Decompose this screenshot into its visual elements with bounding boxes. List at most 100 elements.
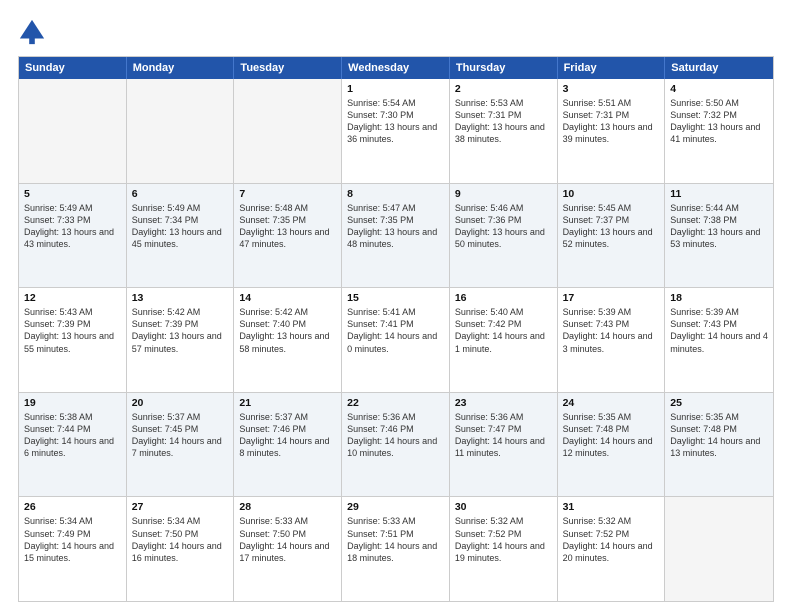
cell-info: Sunrise: 5:48 AMSunset: 7:35 PMDaylight:… xyxy=(239,202,336,251)
calendar-cell-r0-c4: 2Sunrise: 5:53 AMSunset: 7:31 PMDaylight… xyxy=(450,79,558,183)
cell-info: Sunrise: 5:36 AMSunset: 7:46 PMDaylight:… xyxy=(347,411,444,460)
day-number: 10 xyxy=(563,188,660,200)
day-number: 25 xyxy=(670,397,768,409)
cell-info: Sunrise: 5:39 AMSunset: 7:43 PMDaylight:… xyxy=(563,306,660,355)
day-number: 6 xyxy=(132,188,229,200)
cell-info: Sunrise: 5:50 AMSunset: 7:32 PMDaylight:… xyxy=(670,97,768,146)
day-number: 29 xyxy=(347,501,444,513)
calendar-cell-r1-c2: 7 Sunrise: 5:48 AMSunset: 7:35 PMDaylight… xyxy=(234,184,342,288)
header-day-monday: Monday xyxy=(127,57,235,79)
day-number: 17 xyxy=(563,292,660,304)
calendar-cell-r3-c3: 22Sunrise: 5:36 AMSunset: 7:46 PMDayligh… xyxy=(342,393,450,497)
calendar-cell-r1-c6: 11Sunrise: 5:44 AMSunset: 7:38 PMDayligh… xyxy=(665,184,773,288)
logo xyxy=(18,18,50,46)
cell-info: Sunrise: 5:32 AMSunset: 7:52 PMDaylight:… xyxy=(455,515,552,564)
day-number: 13 xyxy=(132,292,229,304)
day-number: 5 xyxy=(24,188,121,200)
calendar-cell-r1-c3: 8Sunrise: 5:47 AMSunset: 7:35 PMDaylight… xyxy=(342,184,450,288)
calendar-cell-r2-c1: 13 Sunrise: 5:42 AMSunset: 7:39 PMDayligh… xyxy=(127,288,235,392)
day-number: 4 xyxy=(670,83,768,95)
calendar-cell-r0-c5: 3 Sunrise: 5:51 AMSunset: 7:31 PMDaylight… xyxy=(558,79,666,183)
day-number: 16 xyxy=(455,292,552,304)
day-number: 28 xyxy=(239,501,336,513)
day-number: 26 xyxy=(24,501,121,513)
day-number: 24 xyxy=(563,397,660,409)
calendar-cell-r4-c1: 27 Sunrise: 5:34 AMSunset: 7:50 PMDayligh… xyxy=(127,497,235,601)
cell-info: Sunrise: 5:42 AMSunset: 7:40 PMDaylight:… xyxy=(239,306,336,355)
day-number: 3 xyxy=(563,83,660,95)
calendar-cell-r3-c1: 20 Sunrise: 5:37 AMSunset: 7:45 PMDayligh… xyxy=(127,393,235,497)
calendar: SundayMondayTuesdayWednesdayThursdayFrid… xyxy=(18,56,774,602)
calendar-row-4: 26 Sunrise: 5:34 AMSunset: 7:49 PMDayligh… xyxy=(19,496,773,601)
cell-info: Sunrise: 5:33 AMSunset: 7:50 PMDaylight:… xyxy=(239,515,336,564)
day-number: 1 xyxy=(347,83,444,95)
calendar-cell-r1-c4: 9 Sunrise: 5:46 AMSunset: 7:36 PMDaylight… xyxy=(450,184,558,288)
cell-info: Sunrise: 5:42 AMSunset: 7:39 PMDaylight:… xyxy=(132,306,229,355)
calendar-row-1: 5Sunrise: 5:49 AMSunset: 7:33 PMDaylight… xyxy=(19,183,773,288)
logo-icon xyxy=(18,18,46,46)
day-number: 7 xyxy=(239,188,336,200)
calendar-body: 1 Sunrise: 5:54 AMSunset: 7:30 PMDaylight… xyxy=(19,79,773,601)
calendar-header: SundayMondayTuesdayWednesdayThursdayFrid… xyxy=(19,57,773,79)
day-number: 11 xyxy=(670,188,768,200)
header-day-tuesday: Tuesday xyxy=(234,57,342,79)
day-number: 20 xyxy=(132,397,229,409)
calendar-cell-r1-c5: 10 Sunrise: 5:45 AMSunset: 7:37 PMDayligh… xyxy=(558,184,666,288)
calendar-row-3: 19 Sunrise: 5:38 AMSunset: 7:44 PMDayligh… xyxy=(19,392,773,497)
calendar-cell-r2-c4: 16Sunrise: 5:40 AMSunset: 7:42 PMDayligh… xyxy=(450,288,558,392)
calendar-cell-r0-c6: 4 Sunrise: 5:50 AMSunset: 7:32 PMDaylight… xyxy=(665,79,773,183)
calendar-cell-r2-c5: 17 Sunrise: 5:39 AMSunset: 7:43 PMDayligh… xyxy=(558,288,666,392)
cell-info: Sunrise: 5:41 AMSunset: 7:41 PMDaylight:… xyxy=(347,306,444,355)
cell-info: Sunrise: 5:36 AMSunset: 7:47 PMDaylight:… xyxy=(455,411,552,460)
day-number: 18 xyxy=(670,292,768,304)
calendar-cell-r1-c1: 6 Sunrise: 5:49 AMSunset: 7:34 PMDaylight… xyxy=(127,184,235,288)
cell-info: Sunrise: 5:34 AMSunset: 7:50 PMDaylight:… xyxy=(132,515,229,564)
cell-info: Sunrise: 5:49 AMSunset: 7:34 PMDaylight:… xyxy=(132,202,229,251)
cell-info: Sunrise: 5:35 AMSunset: 7:48 PMDaylight:… xyxy=(563,411,660,460)
calendar-cell-r4-c3: 29 Sunrise: 5:33 AMSunset: 7:51 PMDayligh… xyxy=(342,497,450,601)
cell-info: Sunrise: 5:34 AMSunset: 7:49 PMDaylight:… xyxy=(24,515,121,564)
day-number: 23 xyxy=(455,397,552,409)
day-number: 21 xyxy=(239,397,336,409)
day-number: 19 xyxy=(24,397,121,409)
cell-info: Sunrise: 5:33 AMSunset: 7:51 PMDaylight:… xyxy=(347,515,444,564)
day-number: 9 xyxy=(455,188,552,200)
header-day-wednesday: Wednesday xyxy=(342,57,450,79)
calendar-cell-r3-c6: 25Sunrise: 5:35 AMSunset: 7:48 PMDayligh… xyxy=(665,393,773,497)
cell-info: Sunrise: 5:37 AMSunset: 7:45 PMDaylight:… xyxy=(132,411,229,460)
calendar-cell-r0-c3: 1 Sunrise: 5:54 AMSunset: 7:30 PMDaylight… xyxy=(342,79,450,183)
day-number: 30 xyxy=(455,501,552,513)
calendar-cell-r2-c2: 14 Sunrise: 5:42 AMSunset: 7:40 PMDayligh… xyxy=(234,288,342,392)
cell-info: Sunrise: 5:46 AMSunset: 7:36 PMDaylight:… xyxy=(455,202,552,251)
calendar-cell-r3-c4: 23 Sunrise: 5:36 AMSunset: 7:47 PMDayligh… xyxy=(450,393,558,497)
day-number: 31 xyxy=(563,501,660,513)
day-number: 15 xyxy=(347,292,444,304)
calendar-row-2: 12Sunrise: 5:43 AMSunset: 7:39 PMDayligh… xyxy=(19,287,773,392)
calendar-cell-r0-c0 xyxy=(19,79,127,183)
calendar-cell-r0-c1 xyxy=(127,79,235,183)
day-number: 14 xyxy=(239,292,336,304)
header-day-saturday: Saturday xyxy=(665,57,773,79)
cell-info: Sunrise: 5:45 AMSunset: 7:37 PMDaylight:… xyxy=(563,202,660,251)
page: SundayMondayTuesdayWednesdayThursdayFrid… xyxy=(0,0,792,612)
cell-info: Sunrise: 5:51 AMSunset: 7:31 PMDaylight:… xyxy=(563,97,660,146)
calendar-cell-r3-c5: 24 Sunrise: 5:35 AMSunset: 7:48 PMDayligh… xyxy=(558,393,666,497)
cell-info: Sunrise: 5:39 AMSunset: 7:43 PMDaylight:… xyxy=(670,306,768,355)
calendar-row-0: 1 Sunrise: 5:54 AMSunset: 7:30 PMDaylight… xyxy=(19,79,773,183)
day-number: 27 xyxy=(132,501,229,513)
cell-info: Sunrise: 5:54 AMSunset: 7:30 PMDaylight:… xyxy=(347,97,444,146)
calendar-cell-r4-c6 xyxy=(665,497,773,601)
cell-info: Sunrise: 5:43 AMSunset: 7:39 PMDaylight:… xyxy=(24,306,121,355)
cell-info: Sunrise: 5:53 AMSunset: 7:31 PMDaylight:… xyxy=(455,97,552,146)
day-number: 8 xyxy=(347,188,444,200)
calendar-cell-r4-c4: 30 Sunrise: 5:32 AMSunset: 7:52 PMDayligh… xyxy=(450,497,558,601)
calendar-cell-r2-c3: 15 Sunrise: 5:41 AMSunset: 7:41 PMDayligh… xyxy=(342,288,450,392)
header xyxy=(18,18,774,46)
calendar-cell-r4-c5: 31 Sunrise: 5:32 AMSunset: 7:52 PMDayligh… xyxy=(558,497,666,601)
header-day-sunday: Sunday xyxy=(19,57,127,79)
cell-info: Sunrise: 5:32 AMSunset: 7:52 PMDaylight:… xyxy=(563,515,660,564)
calendar-cell-r2-c0: 12Sunrise: 5:43 AMSunset: 7:39 PMDayligh… xyxy=(19,288,127,392)
calendar-cell-r3-c0: 19 Sunrise: 5:38 AMSunset: 7:44 PMDayligh… xyxy=(19,393,127,497)
cell-info: Sunrise: 5:38 AMSunset: 7:44 PMDaylight:… xyxy=(24,411,121,460)
calendar-cell-r3-c2: 21Sunrise: 5:37 AMSunset: 7:46 PMDayligh… xyxy=(234,393,342,497)
